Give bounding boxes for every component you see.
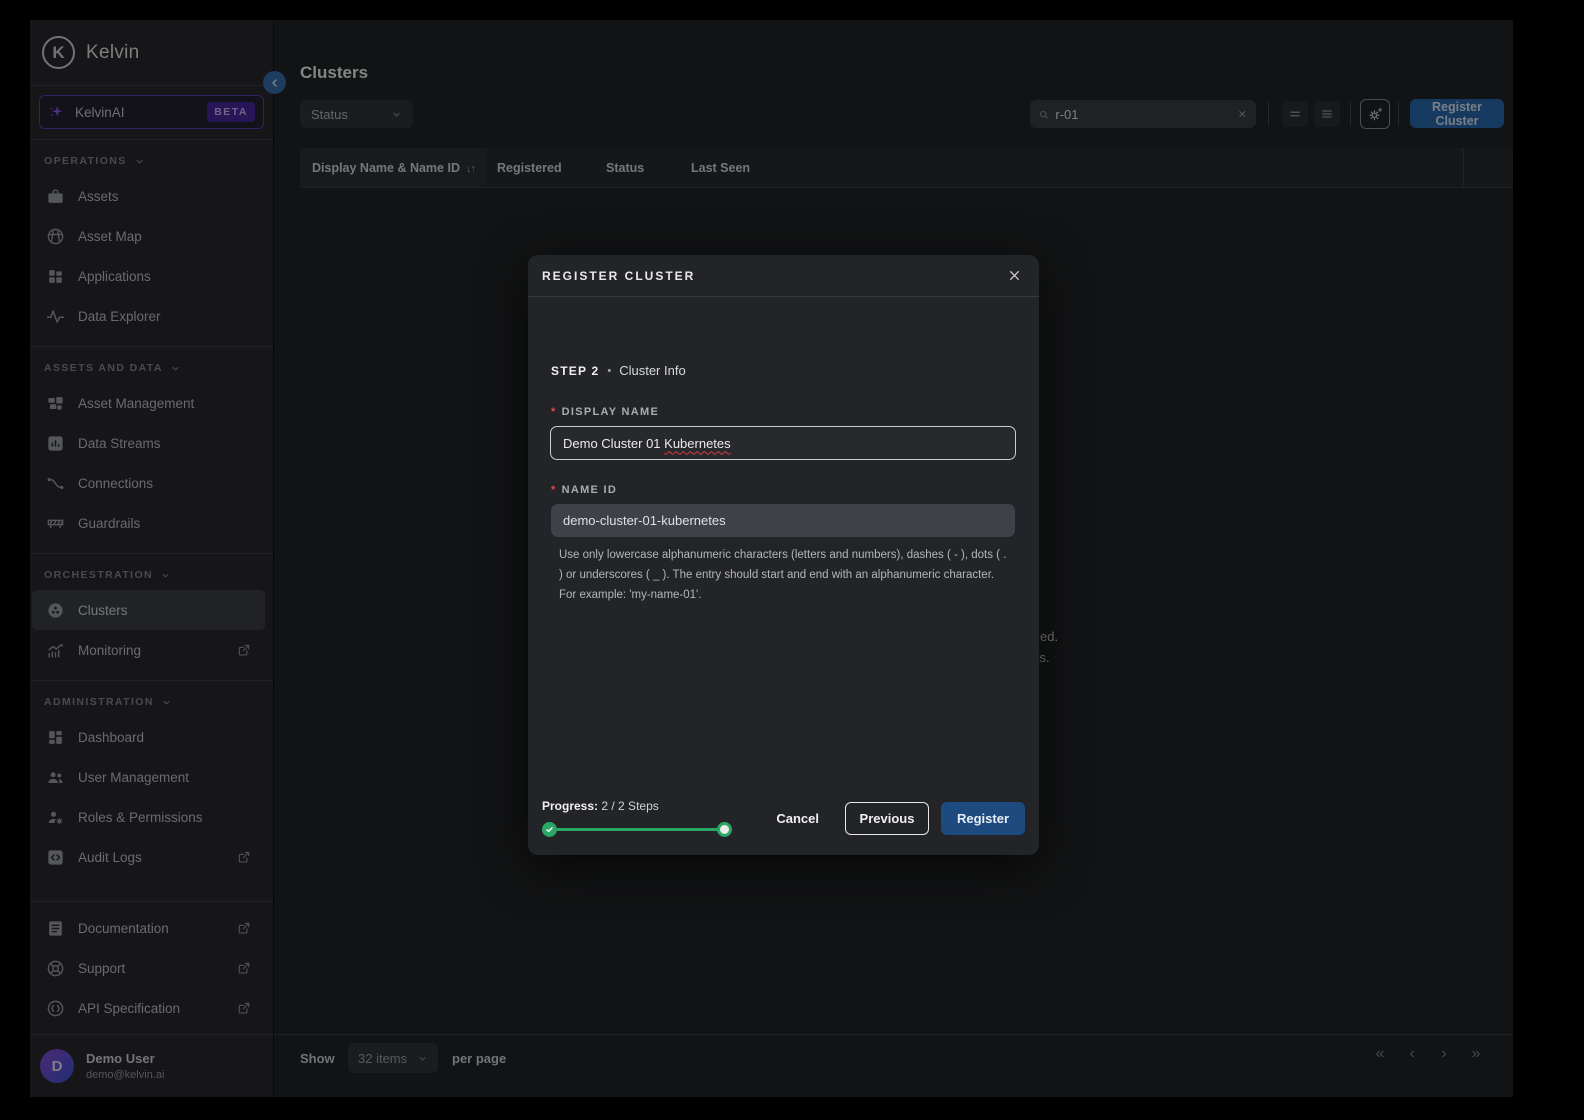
- app-window: K Kelvin KelvinAI BETA OPERATIONS Assets…: [30, 20, 1513, 1097]
- cancel-button[interactable]: Cancel: [762, 802, 833, 835]
- close-icon[interactable]: [1003, 265, 1025, 287]
- progress-text: Progress: 2 / 2 Steps: [542, 799, 742, 813]
- step-label: STEP 2: [551, 363, 600, 378]
- field-label-text: DISPLAY NAME: [561, 406, 660, 418]
- modal-header: REGISTER CLUSTER: [528, 255, 1039, 297]
- misspelled-word: Kubernetes: [664, 435, 731, 451]
- required-asterisk: *: [551, 484, 557, 496]
- register-button[interactable]: Register: [941, 801, 1025, 835]
- name-id-value: demo-cluster-01-kubernetes: [563, 513, 726, 528]
- modal-actions: Cancel Previous Register: [762, 801, 1025, 835]
- step-indicator: STEP 2 • Cluster Info: [551, 363, 686, 378]
- step-separator: •: [607, 364, 612, 377]
- display-name-input[interactable]: Demo Cluster 01 Kubernetes: [550, 426, 1016, 460]
- name-id-help-text: Use only lowercase alphanumeric characte…: [559, 549, 1007, 601]
- progress-bar: [542, 822, 732, 837]
- progress-value: 2 / 2 Steps: [601, 799, 659, 813]
- modal-body: STEP 2 • Cluster Info * DISPLAY NAME Demo…: [528, 297, 1039, 787]
- modal-title: REGISTER CLUSTER: [542, 268, 696, 283]
- step-name: Cluster Info: [619, 363, 686, 378]
- progress-step-complete-icon: [542, 822, 557, 837]
- name-id-label: * NAME ID: [551, 484, 617, 496]
- required-asterisk: *: [551, 406, 557, 418]
- screen: K Kelvin KelvinAI BETA OPERATIONS Assets…: [0, 0, 1584, 1120]
- modal-footer: Progress: 2 / 2 Steps Cancel Previous Re: [528, 787, 1039, 855]
- name-id-input[interactable]: demo-cluster-01-kubernetes: [551, 504, 1015, 537]
- display-name-value: Demo Cluster 01: [563, 435, 665, 451]
- progress-step-current-icon: [717, 822, 732, 837]
- previous-button[interactable]: Previous: [845, 801, 929, 835]
- progress-block: Progress: 2 / 2 Steps: [542, 799, 742, 837]
- progress-line: [557, 828, 717, 831]
- field-label-text: NAME ID: [561, 484, 618, 496]
- display-name-label: * DISPLAY NAME: [551, 406, 659, 418]
- progress-label: Progress:: [542, 799, 599, 813]
- register-cluster-modal: REGISTER CLUSTER STEP 2 • Cluster Info *…: [528, 255, 1039, 855]
